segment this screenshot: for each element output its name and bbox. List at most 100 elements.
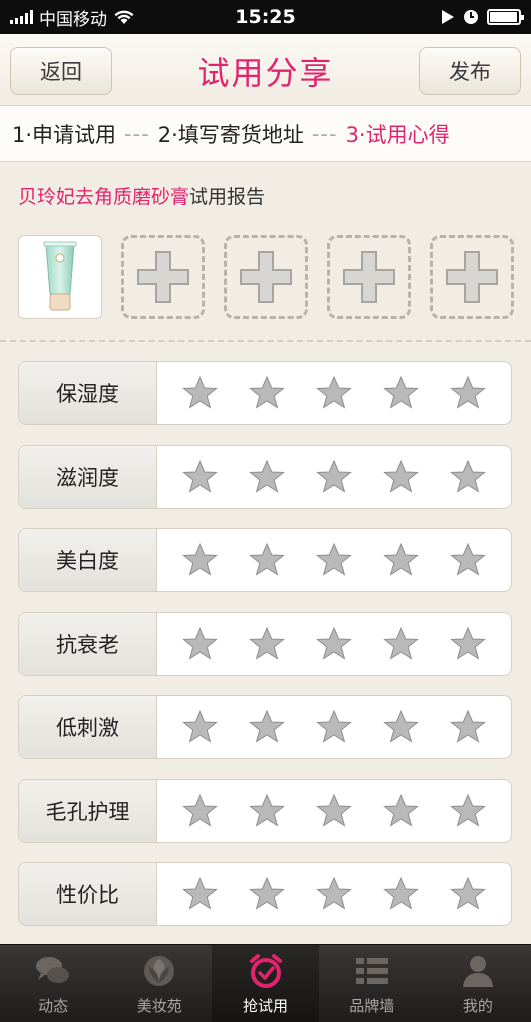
star-icon[interactable]: [182, 542, 219, 578]
star-icon[interactable]: [249, 709, 286, 745]
plus-icon: [137, 251, 189, 303]
star-icon[interactable]: [182, 793, 219, 829]
plus-icon: [343, 251, 395, 303]
star-icon[interactable]: [449, 459, 486, 495]
rating-row-anti-aging: 抗衰老: [18, 611, 512, 676]
rating-label: 抗衰老: [19, 612, 157, 675]
rating-label: 性价比: [19, 863, 157, 925]
photo-row: [18, 235, 514, 319]
add-photo-button[interactable]: [327, 235, 411, 319]
back-button[interactable]: 返回: [10, 47, 112, 95]
chat-bubbles-icon: [36, 957, 70, 983]
rating-row-nourishing: 滋润度: [18, 444, 512, 509]
star-rating: [157, 446, 511, 508]
tab-me[interactable]: 我的: [425, 945, 531, 1022]
rating-label: 低刺激: [19, 696, 157, 758]
battery-fill: [490, 12, 517, 22]
report-suffix: 试用报告: [189, 186, 266, 208]
star-rating: [157, 780, 511, 842]
battery-icon: [487, 9, 524, 25]
star-icon[interactable]: [316, 709, 352, 745]
rating-row-pore-care: 毛孔护理: [18, 778, 512, 843]
star-icon[interactable]: [382, 459, 419, 495]
tab-label: 动态: [38, 997, 69, 1015]
rating-list: 保湿度 滋润度 美白度 抗衰老 低刺激 毛孔护理 性价比: [18, 361, 512, 946]
rating-row-value: 性价比: [18, 862, 512, 926]
star-rating: [157, 696, 511, 758]
star-icon[interactable]: [182, 375, 219, 411]
star-icon[interactable]: [316, 542, 352, 578]
status-bar: 中国移动 15:25: [0, 0, 531, 34]
star-icon[interactable]: [449, 542, 486, 578]
user-icon: [462, 956, 493, 987]
star-icon[interactable]: [249, 375, 286, 411]
tab-beauty[interactable]: 美妆苑: [106, 945, 212, 1022]
step-address: 2·填写寄货地址: [157, 122, 304, 147]
star-icon[interactable]: [449, 375, 486, 411]
rating-label: 滋润度: [19, 445, 157, 508]
star-icon[interactable]: [449, 876, 486, 912]
section-divider: [0, 340, 531, 342]
rating-row-low-irritation: 低刺激: [18, 695, 512, 759]
tab-bar: 动态 美妆苑 抢试用 品牌墙 我的: [0, 944, 531, 1022]
star-icon[interactable]: [182, 709, 219, 745]
plus-icon: [240, 251, 292, 303]
tab-label: 品牌墙: [349, 997, 395, 1015]
clock-icon: [464, 10, 478, 24]
star-icon[interactable]: [449, 709, 486, 745]
carrier-label: 中国移动: [39, 9, 107, 30]
tab-label: 美妆苑: [136, 997, 182, 1015]
step-separator: ---: [124, 121, 150, 146]
product-name: 贝玲妃去角质磨砂膏: [18, 186, 190, 208]
alarm-clock-icon: [249, 954, 282, 988]
nav-bar: 返回 试用分享 发布: [0, 34, 531, 106]
list-icon: [355, 958, 388, 984]
status-right: [441, 9, 524, 25]
star-icon[interactable]: [182, 876, 219, 912]
product-thumbnail[interactable]: [18, 235, 102, 319]
step-apply: 1·申请试用: [12, 122, 117, 147]
step-review: 3·试用心得: [345, 122, 450, 147]
star-icon[interactable]: [449, 626, 486, 662]
star-icon[interactable]: [249, 542, 286, 578]
product-tube-image: [43, 241, 77, 311]
star-icon[interactable]: [382, 542, 419, 578]
star-icon[interactable]: [382, 626, 419, 662]
rose-icon: [144, 956, 175, 986]
status-left: 中国移动: [10, 5, 135, 30]
star-icon[interactable]: [382, 793, 419, 829]
tab-trial[interactable]: 抢试用: [212, 945, 319, 1022]
tab-brands[interactable]: 品牌墙: [319, 945, 425, 1022]
star-icon[interactable]: [316, 793, 352, 829]
play-icon: [442, 10, 454, 24]
star-icon[interactable]: [382, 876, 419, 912]
signal-icon: [10, 10, 33, 24]
tab-label: 抢试用: [243, 997, 289, 1015]
star-icon[interactable]: [316, 876, 352, 912]
tab-feed[interactable]: 动态: [0, 945, 106, 1022]
star-icon[interactable]: [249, 626, 286, 662]
star-icon[interactable]: [249, 876, 286, 912]
rating-label: 保湿度: [19, 362, 157, 424]
star-icon[interactable]: [182, 459, 219, 495]
add-photo-button[interactable]: [224, 235, 308, 319]
star-icon[interactable]: [316, 375, 352, 411]
star-icon[interactable]: [182, 626, 219, 662]
star-icon[interactable]: [382, 709, 419, 745]
star-rating: [157, 529, 511, 591]
star-rating: [157, 613, 511, 675]
star-icon[interactable]: [249, 459, 286, 495]
star-icon[interactable]: [449, 793, 486, 829]
star-rating: [157, 362, 511, 424]
star-icon[interactable]: [382, 375, 419, 411]
publish-button[interactable]: 发布: [419, 47, 521, 95]
wifi-icon: [114, 10, 134, 24]
star-icon[interactable]: [316, 459, 352, 495]
star-rating: [157, 863, 511, 925]
rating-label: 毛孔护理: [19, 779, 157, 842]
add-photo-button[interactable]: [430, 235, 514, 319]
star-icon[interactable]: [249, 793, 286, 829]
star-icon[interactable]: [316, 626, 352, 662]
add-photo-button[interactable]: [121, 235, 205, 319]
step-indicator: 1·申请试用 --- 2·填写寄货地址 --- 3·试用心得: [0, 106, 531, 162]
